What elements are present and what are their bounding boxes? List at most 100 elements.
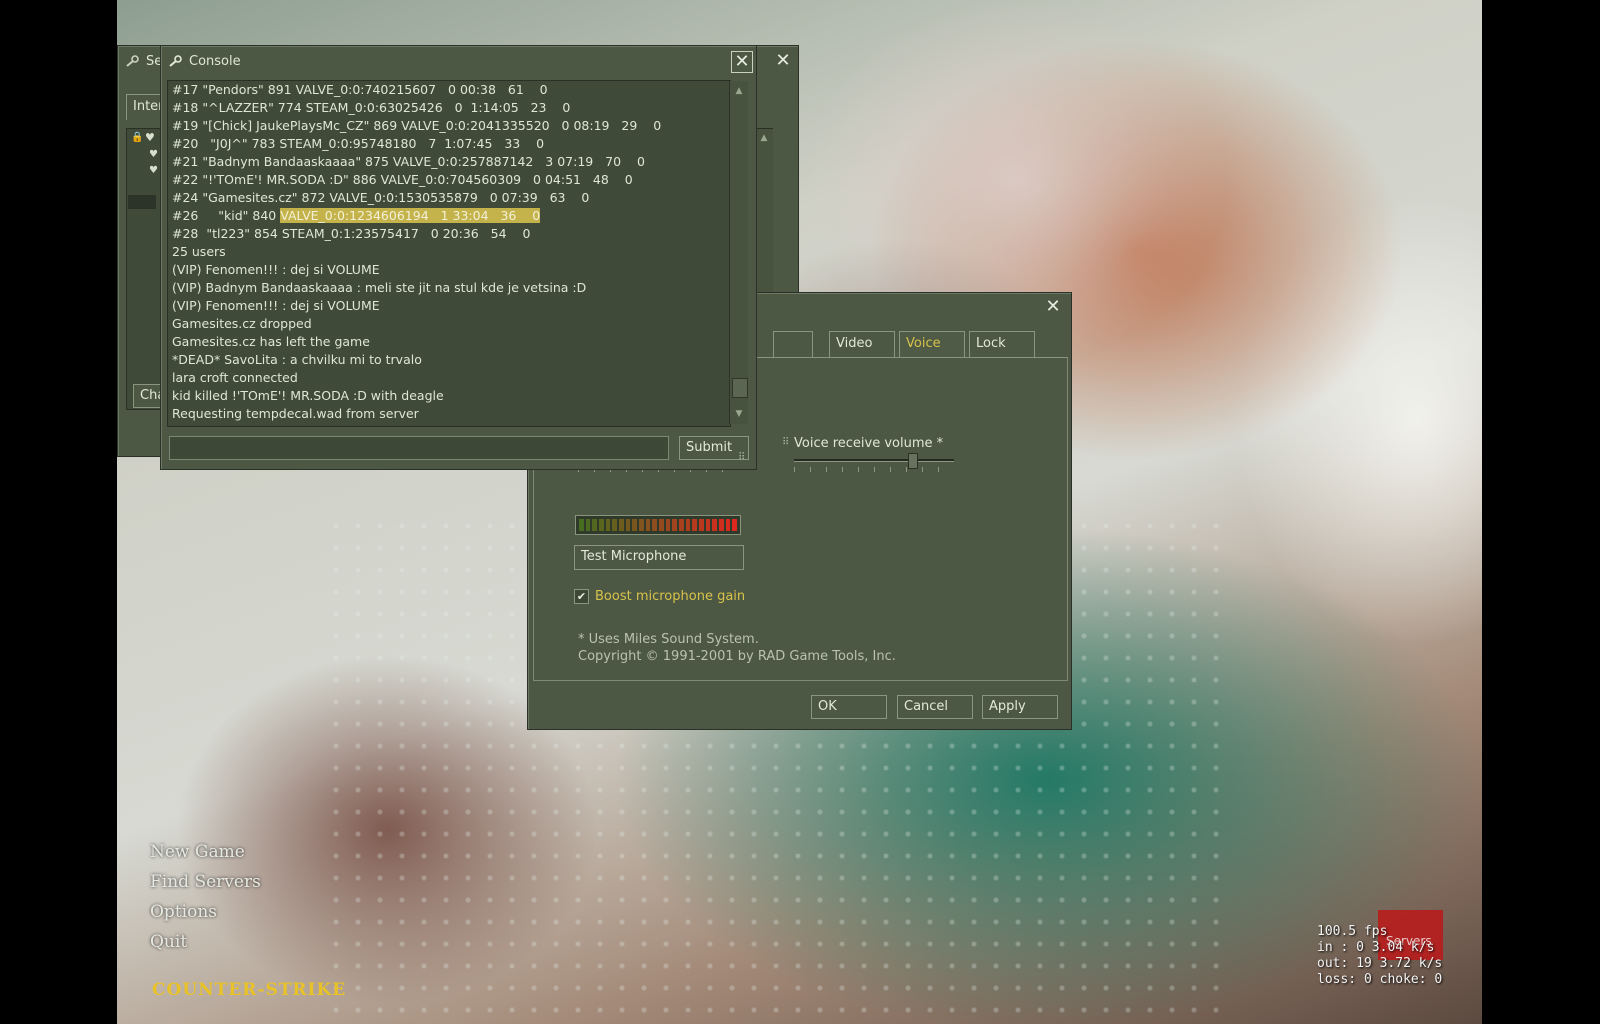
favorite-column-icon: ♥: [145, 131, 155, 144]
apply-button[interactable]: Apply: [982, 695, 1058, 719]
meter-segment: [605, 519, 611, 531]
in-readout: in : 0 3.04 k/s: [1317, 940, 1435, 955]
console-command-input[interactable]: [169, 436, 669, 460]
console-line-text: 25 users: [172, 244, 226, 259]
tab-video[interactable]: Video: [829, 331, 895, 357]
tab-lock[interactable]: Lock: [969, 331, 1035, 357]
meter-segment: [665, 519, 671, 531]
console-line: (VIP) Fenomen!!! : dej si VOLUME: [168, 297, 730, 315]
console-close-icon[interactable]: ✕: [731, 51, 753, 73]
lock-column-icon: 🔒: [131, 132, 144, 143]
out-readout: out: 19 3.72 k/s: [1317, 956, 1443, 971]
voice-receive-volume-label: Voice receive volume *: [794, 436, 944, 451]
favorite-row-icon: ♥: [149, 165, 158, 176]
meter-segment: [599, 519, 604, 531]
console-line-text: #20 "J0J^" 783 STEAM_0:0:95748180 7 1:07…: [172, 136, 545, 151]
console-titlebar[interactable]: Console: [161, 46, 756, 76]
console-line-text: Gamesites.cz dropped: [172, 316, 312, 331]
counter-strike-logo: COUNTER-STRIKE: [152, 980, 347, 1000]
console-line-text: kid killed !'TOmE'! MR.SODA :D with deag…: [172, 388, 444, 403]
console-line: #17 "Pendors" 891 VALVE_0:0:740215607 0 …: [168, 81, 730, 99]
meter-segment: [645, 519, 651, 531]
meter-segment: [625, 519, 631, 531]
console-line: #19 "[Chick] JaukePlaysMc_CZ" 869 VALVE_…: [168, 117, 730, 135]
console-line: Gamesites.cz dropped: [168, 315, 730, 333]
resize-grip-icon[interactable]: ⠿: [782, 437, 789, 448]
server-list-selected-row[interactable]: [128, 195, 156, 209]
console-scrollbar[interactable]: ▲ ▼: [729, 81, 748, 424]
console-line-text: #18 "^LAZZER" 774 STEAM_0:0:63025426 0 1…: [172, 100, 571, 115]
menu-new-game[interactable]: New Game: [150, 842, 245, 862]
slider-ticks: [794, 467, 954, 472]
meter-segment: [719, 519, 724, 531]
console-line-text: Requesting tempdecal.wad from server: [172, 406, 419, 421]
console-line-text: lara croft connected: [172, 370, 298, 385]
meter-segment: [732, 519, 738, 531]
meter-segment: [672, 519, 678, 531]
console-line: Requesting tempdecal.wad from server: [168, 405, 730, 423]
fps-readout: 100.5 fps: [1317, 924, 1388, 939]
test-microphone-button[interactable]: Test Microphone: [574, 545, 744, 570]
boost-microphone-label[interactable]: Boost microphone gain: [595, 589, 745, 604]
console-line-text: #19 "[Chick] JaukePlaysMc_CZ" 869 VALVE_…: [172, 118, 662, 133]
meter-segment: [579, 519, 584, 531]
meter-segment: [725, 519, 731, 531]
console-line-text: *DEAD* SavoLita : a chvilku mi to trvalo: [172, 352, 422, 367]
scroll-up-icon[interactable]: ▲: [732, 84, 746, 98]
meter-segment: [659, 519, 664, 531]
console-line: *DEAD* SavoLita : a chvilku mi to trvalo: [168, 351, 730, 369]
console-line: #20 "J0J^" 783 STEAM_0:0:95748180 7 1:07…: [168, 135, 730, 153]
scroll-up-icon[interactable]: ▲: [757, 131, 771, 145]
console-line: #28 "tl223" 854 STEAM_0:1:23575417 0 20:…: [168, 225, 730, 243]
console-line-text: (VIP) Fenomen!!! : dej si VOLUME: [172, 298, 380, 313]
loss-readout: loss: 0 choke: 0: [1317, 972, 1443, 987]
console-line: lara croft connected: [168, 369, 730, 387]
console-line: (VIP) Badnym Bandaaskaaaa : meli ste jit…: [168, 279, 730, 297]
console-line: #22 "!'TOmE'! MR.SODA :D" 886 VALVE_0:0:…: [168, 171, 730, 189]
cancel-button[interactable]: Cancel: [897, 695, 973, 719]
console-line: #21 "Badnym Bandaaskaaaa" 875 VALVE_0:0:…: [168, 153, 730, 171]
meter-segment: [592, 519, 598, 531]
console-line-text: #24 "Gamesites.cz" 872 VALVE_0:0:1530535…: [172, 190, 590, 205]
voice-receive-volume-slider[interactable]: [794, 453, 954, 476]
console-line: #24 "Gamesites.cz" 872 VALVE_0:0:1530535…: [168, 189, 730, 207]
scroll-thumb[interactable]: [732, 378, 748, 398]
console-line-text: (VIP) Fenomen!!! : dej si VOLUME: [172, 262, 380, 277]
menu-options[interactable]: Options: [150, 902, 217, 922]
console-line: (VIP) Fenomen!!! : dej si VOLUME: [168, 261, 730, 279]
resize-grip-icon[interactable]: ⠿: [738, 452, 745, 463]
meter-segment: [692, 519, 698, 531]
meter-segment: [652, 519, 658, 531]
tab-audio-partial[interactable]: [773, 331, 813, 357]
scroll-down-icon[interactable]: ▼: [732, 407, 746, 421]
boost-microphone-checkbox[interactable]: ✔: [574, 589, 589, 604]
favorite-row-icon: ♥: [149, 149, 158, 160]
steam-icon: [169, 55, 182, 67]
options-close-icon[interactable]: ✕: [1043, 297, 1063, 317]
menu-quit[interactable]: Quit: [150, 932, 187, 952]
console-line-text: Gamesites.cz has left the game: [172, 334, 370, 349]
console-line-text: (VIP) Badnym Bandaaskaaaa : meli ste jit…: [172, 280, 587, 295]
console-line: #26 "kid" 840 VALVE_0:0:1234606194 1 33:…: [168, 207, 730, 225]
meter-segment: [685, 519, 691, 531]
meter-segment: [679, 519, 684, 531]
meter-segment: [612, 519, 618, 531]
meter-segment: [712, 519, 718, 531]
menu-find-servers[interactable]: Find Servers: [150, 872, 261, 892]
meter-segment: [619, 519, 624, 531]
console-line: #18 "^LAZZER" 774 STEAM_0:0:63025426 0 1…: [168, 99, 730, 117]
console-selected-text: VALVE_0:0:1234606194 1 33:04 36 0: [280, 208, 541, 223]
tab-voice[interactable]: Voice: [899, 331, 965, 357]
server-browser-close-icon[interactable]: ✕: [773, 51, 793, 71]
miles-footnote: * Uses Miles Sound System.: [578, 632, 759, 647]
meter-segment: [632, 519, 638, 531]
console-output[interactable]: #17 "Pendors" 891 VALVE_0:0:740215607 0 …: [167, 80, 731, 427]
console-title: Console: [189, 53, 241, 69]
ok-button[interactable]: OK: [811, 695, 887, 719]
meter-segment: [705, 519, 711, 531]
console-line-text: #28 "tl223" 854 STEAM_0:1:23575417 0 20:…: [172, 226, 531, 241]
meter-segment: [699, 519, 704, 531]
console-line-text: #26 "kid" 840: [172, 208, 281, 223]
copyright-text: Copyright © 1991-2001 by RAD Game Tools,…: [578, 649, 896, 664]
console-line-text: #22 "!'TOmE'! MR.SODA :D" 886 VALVE_0:0:…: [172, 172, 633, 187]
